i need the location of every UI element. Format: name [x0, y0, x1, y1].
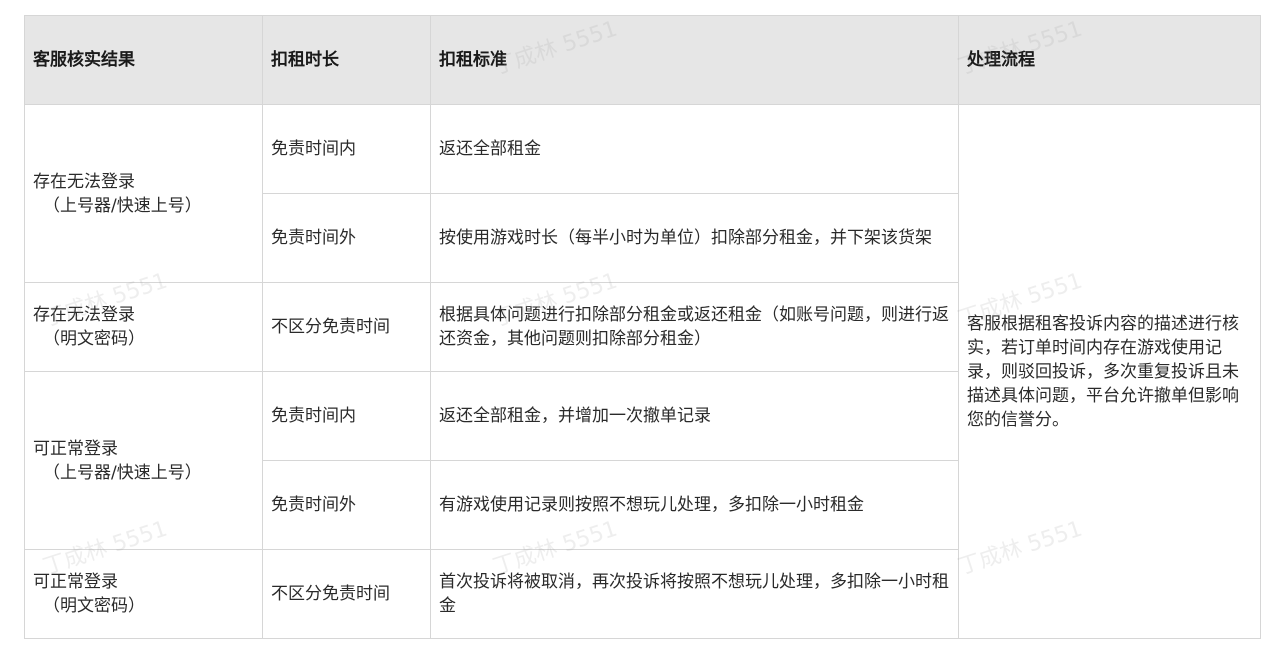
result-line2: （明文密码）	[43, 329, 145, 349]
result-line1: 存在无法登录	[33, 171, 135, 192]
standard-cell: 有游戏使用记录则按照不想玩儿处理，多扣除一小时租金	[430, 460, 959, 550]
header-verification-result: 客服核实结果	[24, 15, 263, 105]
duration-cell: 免责时间内	[262, 104, 431, 194]
standard-cell: 按使用游戏时长（每半小时为单位）扣除部分租金，并下架该货架	[430, 193, 959, 283]
table-header-row: 客服核实结果 扣租时长 扣租标准 处理流程	[24, 15, 1261, 105]
verification-result-cell: 可正常登录 （上号器/快速上号）	[24, 371, 263, 550]
complaint-policy-table: 客服核实结果 扣租时长 扣租标准 处理流程 存在无法登录 （上号器/快速上号） …	[24, 15, 1261, 639]
verification-result-cell: 存在无法登录 （明文密码）	[24, 282, 263, 372]
result-line1: 存在无法登录	[33, 305, 135, 325]
result-line2: （上号器/快速上号）	[43, 195, 202, 216]
verification-result-cell: 可正常登录 （明文密码）	[24, 549, 263, 639]
verification-result-cell: 存在无法登录 （上号器/快速上号）	[24, 104, 263, 283]
duration-cell: 不区分免责时间	[262, 549, 431, 639]
header-handling-process: 处理流程	[958, 15, 1261, 105]
duration-cell: 免责时间内	[262, 371, 431, 461]
duration-cell: 免责时间外	[262, 460, 431, 550]
handling-process-cell: 客服根据租客投诉内容的描述进行核实，若订单时间内存在游戏使用记录，则驳回投诉，多…	[958, 104, 1261, 639]
standard-cell: 首次投诉将被取消，再次投诉将按照不想玩儿处理，多扣除一小时租金	[430, 549, 959, 639]
result-line1: 可正常登录	[33, 438, 118, 459]
result-line2: （上号器/快速上号）	[43, 462, 202, 483]
header-deduction-duration: 扣租时长	[262, 15, 431, 105]
duration-cell: 免责时间外	[262, 193, 431, 283]
standard-cell: 根据具体问题进行扣除部分租金或返还租金（如账号问题，则进行返还资金，其他问题则扣…	[430, 282, 959, 372]
header-deduction-standard: 扣租标准	[430, 15, 959, 105]
standard-cell: 返还全部租金，并增加一次撤单记录	[430, 371, 959, 461]
table-row: 存在无法登录 （上号器/快速上号） 免责时间内 返还全部租金 客服根据租客投诉内…	[24, 104, 1261, 639]
result-line1: 可正常登录	[33, 572, 118, 592]
standard-cell: 返还全部租金	[430, 104, 959, 194]
duration-cell: 不区分免责时间	[262, 282, 431, 372]
result-line2: （明文密码）	[43, 596, 145, 616]
complaint-policy-table-container: 客服核实结果 扣租时长 扣租标准 处理流程 存在无法登录 （上号器/快速上号） …	[24, 15, 1261, 639]
